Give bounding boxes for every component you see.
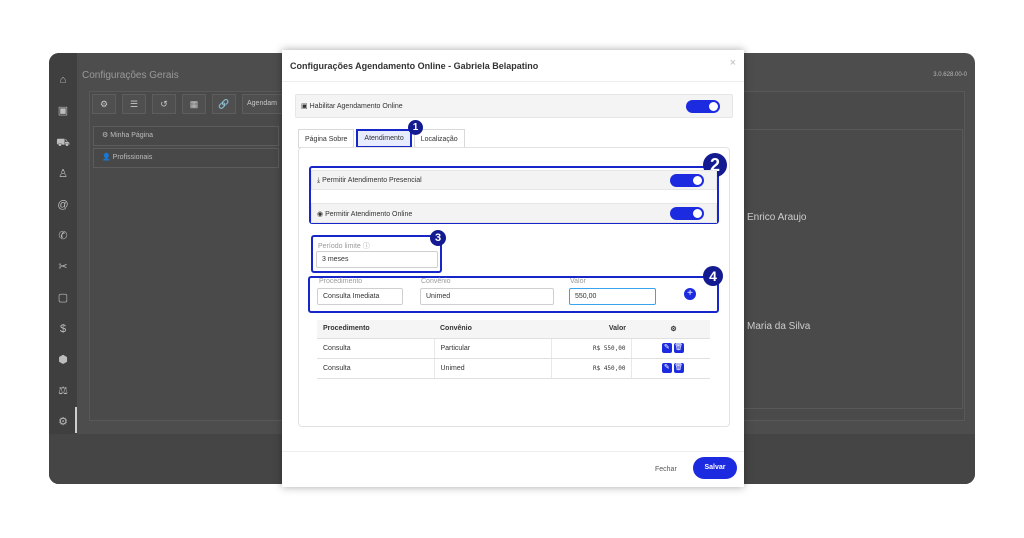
tool-grid-button[interactable]: ▦ xyxy=(182,94,206,114)
trash-icon[interactable]: 🗑 xyxy=(673,343,684,353)
cell-value: R$ 450,00 xyxy=(551,358,632,379)
cube-icon[interactable]: ⬢ xyxy=(55,352,71,368)
table-header-row: Procedimento Convênio Valor ⚙ xyxy=(317,320,710,339)
edit-icon[interactable]: ✎ xyxy=(661,363,672,373)
clipboard-icon[interactable]: ▢ xyxy=(55,290,71,306)
list-item-my-page[interactable]: ⚙ Minha Página xyxy=(93,126,279,146)
close-icon[interactable]: × xyxy=(730,57,736,69)
modal-title: Configurações Agendamento Online - Gabri… xyxy=(290,61,539,71)
toggle-knob xyxy=(693,176,702,185)
agreement-input[interactable]: Unimed xyxy=(420,288,554,305)
cell-actions: ✎ 🗑 xyxy=(631,358,710,379)
download-icon: ⤓ xyxy=(317,177,321,184)
save-button[interactable]: Salvar xyxy=(693,457,737,479)
period-limit-select[interactable]: 3 meses xyxy=(316,251,438,268)
column-header-actions-gear-icon: ⚙ xyxy=(631,320,710,339)
cell-procedure: Consulta xyxy=(317,358,435,379)
in-person-attendance-row: ⤓ Permitir Atendimento Presencial xyxy=(311,170,717,190)
add-procedure-button[interactable]: + xyxy=(684,288,696,300)
professional-name[interactable]: Maria da Silva xyxy=(747,321,810,332)
list-item-professionals[interactable]: 👤 Profissionais xyxy=(93,148,279,168)
calendar-icon[interactable]: ▣ xyxy=(55,103,71,119)
edit-icon[interactable]: ✎ xyxy=(661,343,672,353)
calendar-check-icon: ▣ xyxy=(301,103,308,110)
car-icon[interactable]: ⛟ xyxy=(55,135,71,151)
enable-online-scheduling-row: ▣ Habilitar Agendamento Online xyxy=(295,94,733,118)
step-badge-3: 3 xyxy=(430,230,446,246)
in-person-attendance-label: ⤓ Permitir Atendimento Presencial xyxy=(317,177,422,184)
table-row: Consulta Unimed R$ 450,00 ✎ 🗑 xyxy=(317,358,710,379)
user-icon: 👤 xyxy=(102,154,111,161)
cell-procedure: Consulta xyxy=(317,338,435,359)
period-limit-label: Período limite ⓘ xyxy=(318,243,370,250)
professionals-panel xyxy=(739,129,963,409)
in-person-attendance-toggle[interactable] xyxy=(670,174,704,187)
sidebar-active-indicator xyxy=(75,407,77,433)
globe-icon: ◉ xyxy=(317,211,324,218)
list-item-label: Profissionais xyxy=(112,154,153,161)
info-icon[interactable]: ⓘ xyxy=(363,243,370,250)
online-attendance-label: ◉ Permitir Atendimento Online xyxy=(317,211,413,218)
online-attendance-toggle[interactable] xyxy=(670,207,704,220)
scale-icon[interactable]: ⚖ xyxy=(55,383,71,399)
step-badge-4: 4 xyxy=(703,266,723,286)
version-label: 3.0.628.00-0 xyxy=(933,72,967,78)
trash-icon[interactable]: 🗑 xyxy=(673,363,684,373)
user-icon[interactable]: ♙ xyxy=(55,166,71,182)
toggle-knob xyxy=(709,102,718,111)
column-header-value: Valor xyxy=(551,320,631,339)
at-icon[interactable]: @ xyxy=(55,197,71,213)
gear-icon[interactable]: ⚙ xyxy=(55,414,71,430)
agreement-label: Convênio xyxy=(421,278,451,285)
scissors-icon[interactable]: ✂ xyxy=(55,259,71,275)
professional-name[interactable]: Enrico Araujo xyxy=(747,212,806,223)
tool-list-button[interactable]: ☰ xyxy=(122,94,146,114)
value-input[interactable]: 550,00 xyxy=(569,288,656,305)
procedures-table: Procedimento Convênio Valor ⚙ Consulta P… xyxy=(317,320,710,379)
step-badge-1: 1 xyxy=(408,120,423,135)
enable-online-scheduling-label: ▣ Habilitar Agendamento Online xyxy=(301,103,403,110)
cell-agreement: Unimed xyxy=(434,358,552,379)
column-header-agreement: Convênio xyxy=(434,320,551,339)
settings-tabs: Página Sobre Atendimento Localização xyxy=(298,129,467,148)
enable-online-scheduling-toggle[interactable] xyxy=(686,100,720,113)
home-icon[interactable]: ⌂ xyxy=(55,72,71,88)
page-title: Configurações Gerais xyxy=(82,70,179,81)
dollar-icon[interactable]: $ xyxy=(55,321,71,337)
procedure-input[interactable]: Consulta Imediata xyxy=(317,288,403,305)
tool-history-button[interactable]: ↺ xyxy=(152,94,176,114)
list-item-label: Minha Página xyxy=(110,132,154,139)
settings-toolbar: ⚙ ☰ ↺ ▦ 🔗 Agendam xyxy=(92,94,298,114)
sidebar: ⌂ ▣ ⛟ ♙ @ ✆ ✂ ▢ $ ⬢ ⚖ ⚙ xyxy=(49,53,77,484)
table-row: Consulta Particular R$ 550,00 ✎ 🗑 xyxy=(317,338,710,359)
online-attendance-row: ◉ Permitir Atendimento Online xyxy=(311,203,717,223)
modal-footer: Fechar Salvar xyxy=(282,451,744,487)
phone-icon[interactable]: ✆ xyxy=(55,228,71,244)
gear-icon: ⚙ xyxy=(102,132,109,139)
value-label: Valor xyxy=(570,278,586,285)
tab-attendance[interactable]: Atendimento xyxy=(356,129,412,148)
tool-gears-button[interactable]: ⚙ xyxy=(92,94,116,114)
modal-header: Configurações Agendamento Online - Gabri… xyxy=(282,50,744,82)
cell-actions: ✎ 🗑 xyxy=(631,338,710,359)
column-header-procedure: Procedimento xyxy=(317,320,434,339)
tab-about-page[interactable]: Página Sobre xyxy=(298,129,355,148)
tool-link-button[interactable]: 🔗 xyxy=(212,94,236,114)
cell-agreement: Particular xyxy=(434,338,552,359)
cell-value: R$ 550,00 xyxy=(551,338,632,359)
toggle-knob xyxy=(693,209,702,218)
procedure-label: Procedimento xyxy=(319,278,363,285)
scheduling-settings-modal: Configurações Agendamento Online - Gabri… xyxy=(282,50,744,487)
close-button[interactable]: Fechar xyxy=(655,466,677,473)
settings-list: ⚙ Minha Página 👤 Profissionais xyxy=(93,126,279,170)
